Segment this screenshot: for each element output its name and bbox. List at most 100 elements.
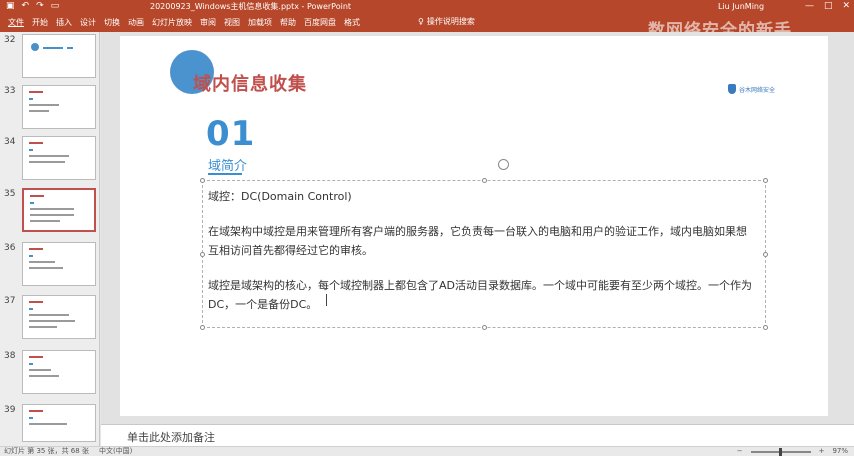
thumbnail-slide[interactable] (22, 242, 96, 286)
close-button[interactable]: ✕ (842, 0, 850, 13)
thumbnail-number: 38 (4, 351, 16, 361)
ribbon-tabs: 文件 开始 插入 设计 切换 动画 幻灯片放映 审阅 视图 加载项 帮助 百度网… (8, 17, 368, 28)
thumbnail-slide[interactable] (22, 136, 96, 180)
tab-animations[interactable]: 动画 (128, 17, 152, 28)
thumbnail-line (29, 261, 55, 263)
thumbnail-line (29, 369, 51, 371)
zoom-slider[interactable] (750, 447, 811, 456)
paragraph-dc-core-line1[interactable]: 域控是域架构的核心，每个域控制器上都包含了AD活动目录数据库。一个域中可能要有至… (208, 276, 752, 295)
thumbnail-item[interactable]: 32 (0, 34, 100, 86)
tab-baidu-netdisk[interactable]: 百度网盘 (304, 17, 344, 28)
slide-title[interactable]: 域内信息收集 (193, 70, 307, 96)
thumbnail-line (29, 161, 65, 163)
brand-logo: 谷木网络安全 (728, 84, 775, 94)
thumbnail-line (29, 320, 75, 322)
resize-handle-left[interactable] (200, 252, 205, 257)
thumbnail-number: 36 (4, 243, 16, 253)
thumbnail-slide[interactable] (22, 295, 96, 339)
quick-access-toolbar: ▣ ↶ ↷ ▭ (6, 1, 59, 12)
paragraph-dc-role-line1[interactable]: 在域架构中域控是用来管理所有客户端的服务器，它负责每一台联入的电脑和用户的验证工… (208, 222, 747, 241)
status-bar: 幻灯片 第 35 张，共 68 张 中文(中国) − + 97% (0, 446, 854, 456)
tell-me-search[interactable]: ♀ 操作说明搜索 (418, 16, 475, 27)
tab-help[interactable]: 帮助 (280, 17, 304, 28)
language-indicator[interactable]: 中文(中国) (99, 447, 132, 456)
thumbnail-line (29, 423, 67, 425)
redo-icon[interactable]: ↷ (36, 1, 44, 12)
tab-format[interactable]: 格式 (344, 17, 368, 28)
resize-handle-bottom[interactable] (482, 325, 487, 330)
thumbnail-item[interactable]: 33 (0, 85, 100, 137)
tab-design[interactable]: 设计 (80, 17, 104, 28)
resize-handle-right[interactable] (763, 252, 768, 257)
zoom-level[interactable]: 97% (832, 447, 848, 456)
shield-icon (728, 84, 736, 94)
resize-handle-bottom-left[interactable] (200, 325, 205, 330)
zoom-in-icon[interactable]: + (819, 447, 825, 456)
thumbnail-graphic (31, 43, 39, 51)
logo-text: 谷木网络安全 (739, 86, 776, 94)
section-heading[interactable]: 域简介 (208, 155, 247, 174)
section-number[interactable]: 01 (206, 114, 255, 154)
thumbnail-slide[interactable] (22, 85, 96, 129)
maximize-button[interactable]: □ (824, 0, 833, 13)
tab-slideshow[interactable]: 幻灯片放映 (152, 17, 200, 28)
resize-handle-bottom-right[interactable] (763, 325, 768, 330)
paragraph-dc-definition[interactable]: 域控：DC(Domain Control) (208, 187, 352, 206)
thumbnail-slide[interactable] (22, 350, 96, 394)
paragraph-dc-role-line2[interactable]: 互相访问首先都得经过它的审核。 (208, 241, 373, 260)
thumbnail-line (29, 375, 59, 377)
thumbnail-line (29, 410, 43, 412)
thumbnail-item[interactable]: 34 (0, 136, 100, 188)
slide-thumbnail-pane[interactable]: 32 33 34 35 36 37 38 39 (0, 32, 100, 446)
tab-transitions[interactable]: 切换 (104, 17, 128, 28)
thumbnail-line (29, 314, 69, 316)
minimize-button[interactable]: — (805, 0, 814, 13)
section-underline (208, 173, 242, 175)
thumbnail-line (29, 308, 33, 310)
thumbnail-line (29, 356, 43, 358)
thumbnail-number: 32 (4, 35, 16, 45)
thumbnail-line (29, 155, 69, 157)
text-caret (326, 294, 327, 306)
present-icon[interactable]: ▭ (51, 1, 60, 12)
user-name[interactable]: Liu JunMing (718, 1, 764, 12)
tab-insert[interactable]: 插入 (56, 17, 80, 28)
thumbnail-item[interactable]: 35 (0, 188, 100, 240)
thumbnail-number: 37 (4, 296, 16, 306)
resize-handle-top[interactable] (482, 178, 487, 183)
tab-addins[interactable]: 加载项 (248, 17, 280, 28)
thumbnail-slide[interactable] (22, 34, 96, 78)
slide-editing-area[interactable]: 域内信息收集 谷木网络安全 01 域简介 域控：DC(Domain Contro… (101, 32, 854, 424)
zoom-slider-thumb[interactable] (778, 447, 782, 456)
resize-handle-top-left[interactable] (200, 178, 205, 183)
thumbnail-line (29, 248, 43, 250)
window-title: 20200923_Windows主机信息收集.pptx - PowerPoint (150, 2, 352, 11)
thumbnail-slide[interactable] (22, 404, 96, 442)
undo-icon[interactable]: ↶ (22, 1, 30, 12)
thumbnail-item[interactable]: 36 (0, 242, 100, 294)
tab-home[interactable]: 开始 (32, 17, 56, 28)
tab-file[interactable]: 文件 (8, 17, 32, 28)
paragraph-dc-core-line2[interactable]: DC，一个是备份DC。 (208, 295, 317, 314)
lightbulb-icon: ♀ (418, 17, 424, 26)
thumbnail-number: 35 (4, 189, 16, 199)
resize-handle-top-right[interactable] (763, 178, 768, 183)
notes-placeholder[interactable]: 单击此处添加备注 (127, 429, 215, 445)
thumbnail-line (30, 195, 44, 197)
notes-pane[interactable]: 单击此处添加备注 (101, 424, 854, 446)
rotate-handle[interactable] (498, 159, 509, 170)
current-slide[interactable]: 域内信息收集 谷木网络安全 01 域简介 域控：DC(Domain Contro… (120, 36, 828, 416)
save-icon[interactable]: ▣ (6, 1, 15, 12)
thumbnail-line (30, 208, 74, 210)
tab-review[interactable]: 审阅 (200, 17, 224, 28)
thumbnail-slide-selected[interactable] (22, 188, 96, 232)
thumbnail-item[interactable]: 37 (0, 295, 100, 347)
thumbnail-item[interactable]: 38 (0, 350, 100, 402)
tab-view[interactable]: 视图 (224, 17, 248, 28)
zoom-out-icon[interactable]: − (737, 447, 743, 456)
thumbnail-number: 33 (4, 86, 16, 96)
thumbnail-line (29, 104, 59, 106)
search-label: 操作说明搜索 (426, 17, 475, 26)
thumbnail-line (29, 363, 33, 365)
thumbnail-line (29, 110, 49, 112)
